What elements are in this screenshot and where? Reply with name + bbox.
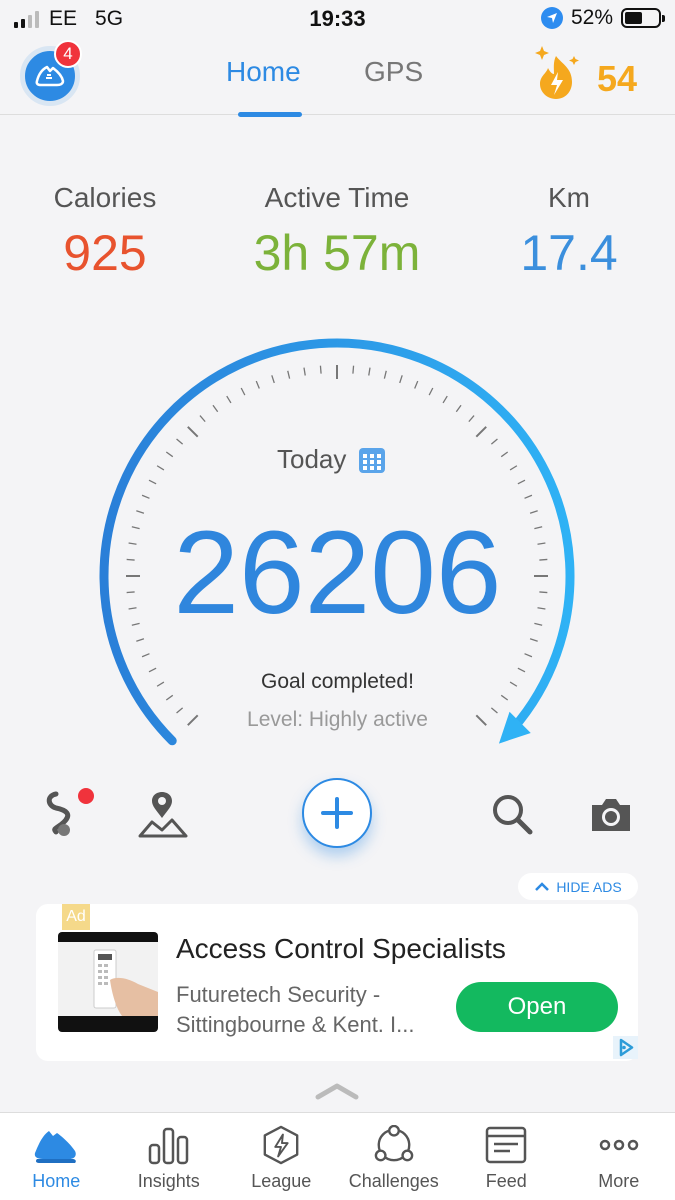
dial-tick bbox=[141, 494, 150, 499]
keypad-photo bbox=[58, 942, 158, 1016]
expand-chevron-icon[interactable] bbox=[315, 1082, 359, 1100]
more-dots-icon bbox=[599, 1139, 638, 1151]
nav-more[interactable]: More bbox=[563, 1113, 675, 1200]
notification-badge: 4 bbox=[54, 40, 82, 68]
dial-tick bbox=[187, 426, 199, 438]
ad-image[interactable] bbox=[58, 932, 158, 1032]
dial-tick bbox=[414, 380, 419, 389]
nav-league[interactable]: League bbox=[225, 1113, 338, 1200]
dial-tick bbox=[442, 395, 448, 404]
dial-tick bbox=[212, 404, 219, 413]
active-time-value: 3h 57m bbox=[253, 225, 421, 281]
dial-tick bbox=[165, 451, 174, 458]
battery-percent: 52% bbox=[570, 6, 613, 29]
distance-value: 17.4 bbox=[520, 225, 618, 281]
dial-tick bbox=[399, 375, 403, 384]
distance-stat[interactable]: Km 17.4 bbox=[469, 182, 669, 282]
bottom-navigation: Home Insights League Challenges Feed Mor… bbox=[0, 1112, 675, 1200]
dial-tick bbox=[455, 404, 462, 413]
dial-tick bbox=[271, 375, 275, 384]
nav-home[interactable]: Home bbox=[0, 1113, 113, 1200]
dial-tick bbox=[500, 694, 509, 701]
camera-icon[interactable] bbox=[588, 795, 634, 835]
shoe-icon bbox=[35, 1131, 77, 1163]
dial-tick bbox=[156, 465, 165, 471]
ad-subtitle: Futuretech Security - Sittingbourne & Ke… bbox=[176, 982, 415, 1037]
bar-chart-icon bbox=[148, 1127, 188, 1165]
distance-label: Km bbox=[548, 182, 590, 213]
energy-flame-icon[interactable] bbox=[528, 42, 588, 104]
dial-tick bbox=[428, 387, 434, 396]
dial-tick bbox=[141, 653, 150, 658]
dial-tick bbox=[509, 465, 518, 471]
tab-gps[interactable]: GPS bbox=[364, 56, 423, 88]
nav-feed[interactable]: Feed bbox=[450, 1113, 563, 1200]
tab-home[interactable]: Home bbox=[226, 56, 301, 88]
chevron-up-icon bbox=[535, 881, 550, 891]
dial-tick bbox=[524, 653, 533, 658]
calories-value: 925 bbox=[63, 225, 147, 281]
dial-tick bbox=[240, 387, 246, 396]
route-icon[interactable] bbox=[42, 788, 96, 838]
plus-icon bbox=[321, 797, 353, 829]
battery-icon bbox=[621, 8, 665, 28]
nav-home-label: Home bbox=[32, 1171, 81, 1191]
dial-tick bbox=[176, 438, 184, 445]
ad-title[interactable]: Access Control Specialists bbox=[176, 933, 506, 965]
nav-feed-label: Feed bbox=[485, 1171, 527, 1191]
search-icon[interactable] bbox=[490, 792, 534, 836]
ad-open-button[interactable]: Open bbox=[456, 982, 618, 1032]
today-selector[interactable]: Today bbox=[277, 444, 386, 475]
dial-tick bbox=[490, 438, 498, 445]
nav-more-label: More bbox=[598, 1171, 640, 1191]
challenges-icon bbox=[374, 1125, 414, 1162]
nav-insights-label: Insights bbox=[137, 1171, 200, 1191]
calories-label: Calories bbox=[53, 182, 157, 213]
dial-tick bbox=[524, 494, 533, 499]
ad-tag: Ad bbox=[62, 904, 90, 930]
calendar-icon bbox=[359, 447, 386, 473]
hide-ads-button[interactable]: HIDE ADS bbox=[518, 873, 638, 900]
nav-league-label: League bbox=[251, 1171, 312, 1191]
dial-tick bbox=[226, 395, 232, 404]
league-hexagon-icon bbox=[263, 1125, 299, 1165]
today-label: Today bbox=[277, 444, 347, 474]
hide-ads-label: HIDE ADS bbox=[556, 878, 622, 895]
map-location-icon[interactable] bbox=[138, 790, 190, 838]
dial-tick bbox=[319, 365, 322, 374]
active-tab-indicator bbox=[238, 112, 302, 117]
dial-tick bbox=[287, 370, 291, 379]
feed-icon bbox=[486, 1126, 527, 1164]
nav-insights[interactable]: Insights bbox=[113, 1113, 226, 1200]
dial-tick bbox=[165, 694, 174, 701]
active-time-label: Active Time bbox=[264, 182, 410, 213]
dial-tick bbox=[199, 415, 206, 423]
dial-tick bbox=[368, 367, 371, 376]
dial-tick bbox=[255, 380, 260, 389]
dial-tick bbox=[383, 370, 387, 379]
add-button[interactable] bbox=[302, 778, 372, 848]
nav-challenges[interactable]: Challenges bbox=[338, 1113, 451, 1200]
dial-tick bbox=[468, 415, 475, 423]
dial-tick bbox=[475, 426, 487, 438]
status-bar: EE 5G 19:33 52% bbox=[0, 0, 675, 38]
calories-stat[interactable]: Calories 925 bbox=[5, 182, 205, 282]
dial-tick bbox=[148, 479, 157, 485]
dial-tick bbox=[352, 365, 355, 374]
location-arrow-icon bbox=[540, 7, 563, 29]
active-time-stat[interactable]: Active Time 3h 57m bbox=[237, 182, 437, 282]
dial-tick bbox=[500, 451, 509, 458]
step-count: 26206 bbox=[173, 507, 502, 639]
nav-challenges-label: Challenges bbox=[348, 1171, 439, 1191]
energy-points: 54 bbox=[597, 58, 638, 99]
dial-tick bbox=[517, 479, 526, 485]
goal-status: Goal completed! bbox=[261, 670, 414, 693]
top-header: 4 Home GPS 54 bbox=[0, 38, 675, 117]
activity-level: Level: Highly active bbox=[247, 708, 428, 731]
dial-tick bbox=[303, 367, 306, 376]
adchoices-icon[interactable] bbox=[613, 1036, 638, 1059]
